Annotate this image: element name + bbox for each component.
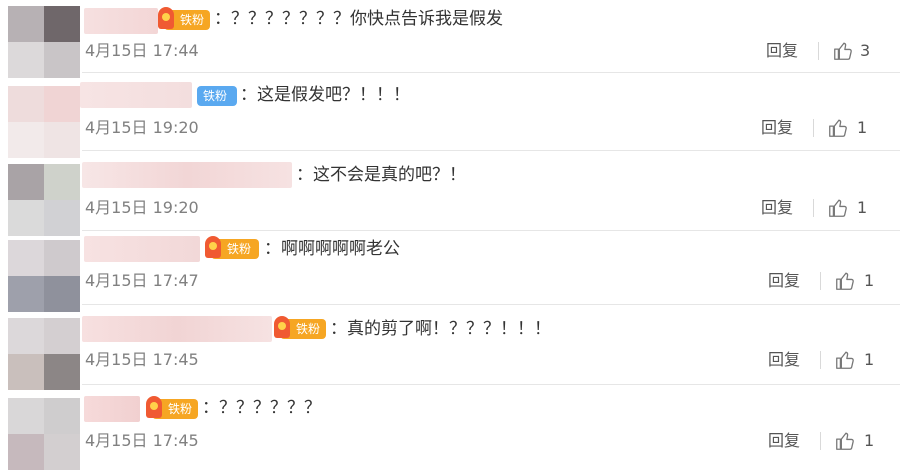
timestamp: 4月15日 17:45 <box>85 431 199 450</box>
badge-label: 铁粉 <box>180 13 205 27</box>
fan-badge-icon <box>158 7 174 29</box>
fan-badge-icon <box>146 396 162 418</box>
row-divider <box>82 384 900 385</box>
action-divider <box>818 42 819 60</box>
reply-button[interactable]: 回复 <box>768 271 800 291</box>
username-blurred[interactable] <box>84 8 158 34</box>
fan-badge[interactable]: 铁粉 <box>146 396 198 419</box>
comment-item: 铁粉 ：这是假发吧？！！！ 4月15日 19:20 回复 1 <box>0 78 900 158</box>
thumbs-up-icon[interactable] <box>834 430 856 452</box>
badge-label: 铁粉 <box>203 89 228 103</box>
avatar[interactable] <box>8 86 80 158</box>
badge-label: 铁粉 <box>168 402 193 416</box>
comment-item: 铁粉 ：？？？？？？ 4月15日 17:45 回复 1 <box>0 390 900 470</box>
username-blurred[interactable] <box>84 236 200 262</box>
comment-text: ：？？？？？？ <box>202 398 321 418</box>
comment-item: 铁粉 ：真的剪了啊！？？？！！！ 4月15日 17:45 回复 1 <box>0 312 900 390</box>
comment-text: ：真的剪了啊！？？？！！！ <box>330 319 551 339</box>
comment-item: 铁粉 ：？？？？？？？你快点告诉我是假发 4月15日 17:44 回复 3 <box>0 0 900 78</box>
comment-text: ：这是假发吧？！！！ <box>240 85 410 105</box>
thumbs-up-icon[interactable] <box>827 197 849 219</box>
badge-label: 铁粉 <box>227 242 252 256</box>
timestamp: 4月15日 17:44 <box>85 41 199 60</box>
timestamp: 4月15日 19:20 <box>85 198 199 217</box>
fan-badge[interactable]: 铁粉 <box>158 7 210 30</box>
reply-button[interactable]: 回复 <box>768 350 800 370</box>
comment-item: ：这不会是真的吧？！ 4月15日 19:20 回复 1 <box>0 156 900 236</box>
like-count: 1 <box>857 118 868 137</box>
thumbs-up-icon[interactable] <box>827 117 849 139</box>
username-blurred[interactable] <box>82 162 292 188</box>
reply-button[interactable]: 回复 <box>766 41 798 61</box>
avatar[interactable] <box>8 240 80 312</box>
avatar[interactable] <box>8 164 80 236</box>
row-divider <box>82 72 900 73</box>
comment-text: ：？？？？？？？你快点告诉我是假发 <box>214 9 503 29</box>
timestamp: 4月15日 17:47 <box>85 271 199 290</box>
row-divider <box>82 150 900 151</box>
username-blurred[interactable] <box>84 396 140 422</box>
action-divider <box>820 351 821 369</box>
fan-badge[interactable]: 铁粉 <box>197 86 237 106</box>
like-count: 1 <box>864 431 875 450</box>
badge-label: 铁粉 <box>296 322 321 336</box>
reply-button[interactable]: 回复 <box>761 198 793 218</box>
comment-text: ：啊啊啊啊啊老公 <box>264 239 400 259</box>
timestamp: 4月15日 17:45 <box>85 350 199 369</box>
like-count: 1 <box>864 350 875 369</box>
fan-badge-icon <box>274 316 290 338</box>
fan-badge-icon <box>205 236 221 258</box>
action-divider <box>820 432 821 450</box>
like-count: 1 <box>857 198 868 217</box>
row-divider <box>82 304 900 305</box>
avatar[interactable] <box>8 398 80 470</box>
username-blurred[interactable] <box>82 316 272 342</box>
comment-text: ：这不会是真的吧？！ <box>296 165 466 185</box>
like-count: 3 <box>860 41 871 60</box>
thumbs-up-icon[interactable] <box>834 270 856 292</box>
fan-badge[interactable]: 铁粉 <box>205 236 259 259</box>
avatar[interactable] <box>8 6 80 78</box>
action-divider <box>813 119 814 137</box>
thumbs-up-icon[interactable] <box>832 40 854 62</box>
timestamp: 4月15日 19:20 <box>85 118 199 137</box>
username-blurred[interactable] <box>80 82 192 108</box>
avatar[interactable] <box>8 318 80 390</box>
reply-button[interactable]: 回复 <box>768 431 800 451</box>
action-divider <box>820 272 821 290</box>
fan-badge[interactable]: 铁粉 <box>274 316 326 339</box>
like-count: 1 <box>864 271 875 290</box>
row-divider <box>82 230 900 231</box>
reply-button[interactable]: 回复 <box>761 118 793 138</box>
comment-item: 铁粉 ：啊啊啊啊啊老公 4月15日 17:47 回复 1 <box>0 234 900 312</box>
action-divider <box>813 199 814 217</box>
thumbs-up-icon[interactable] <box>834 349 856 371</box>
